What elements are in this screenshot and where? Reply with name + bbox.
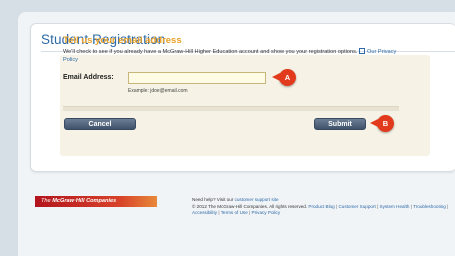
footer-link-troubleshooting[interactable]: Troubleshooting (413, 204, 446, 209)
help-prefix: Need help? Visit our (192, 197, 234, 202)
footer-link-system-health[interactable]: System Health (380, 204, 410, 209)
popup-icon (359, 48, 366, 54)
form-description: We'll check to see if you already have a… (63, 48, 403, 64)
form-heading: Tell us your email address (63, 35, 182, 46)
submit-button[interactable]: Submit (314, 118, 366, 130)
footer-link-terms-of-use[interactable]: Terms of Use (221, 210, 248, 215)
description-text: We'll check to see if you already have a… (63, 49, 358, 55)
copyright: © 2012 The McGraw-Hill Companies. All ri… (192, 203, 308, 209)
mcgraw-hill-logo: The McGraw·Hill Companies (35, 196, 157, 207)
form-divider (63, 106, 399, 112)
separator: | (377, 203, 379, 209)
callout-a-badge: A (272, 69, 296, 86)
logo-prefix: The (41, 198, 51, 204)
footer-link-accessibility[interactable]: Accessibility (192, 210, 217, 215)
logo-brand: McGraw·Hill Companies (52, 198, 117, 204)
separator: | (410, 203, 412, 209)
footer-link-product-blog[interactable]: Product Blog (308, 204, 334, 209)
separator: | (218, 210, 220, 215)
cancel-button[interactable]: Cancel (64, 118, 136, 130)
email-field[interactable] (128, 72, 266, 84)
links-line: © 2012 The McGraw-Hill Companies. All ri… (192, 204, 454, 217)
callout-b-badge: B (370, 115, 394, 132)
email-label: Email Address: (63, 74, 114, 81)
separator: | (249, 210, 251, 215)
email-example: Example: jdoe@email.com (128, 88, 188, 94)
footer-link-customer-support[interactable]: Customer Support (338, 204, 375, 209)
footer-text: Need help? Visit our customer support si… (192, 197, 454, 217)
customer-support-site-link[interactable]: customer support site (235, 197, 279, 202)
separator: | (447, 203, 449, 209)
footer-link-privacy-policy[interactable]: Privacy Policy (252, 210, 281, 215)
